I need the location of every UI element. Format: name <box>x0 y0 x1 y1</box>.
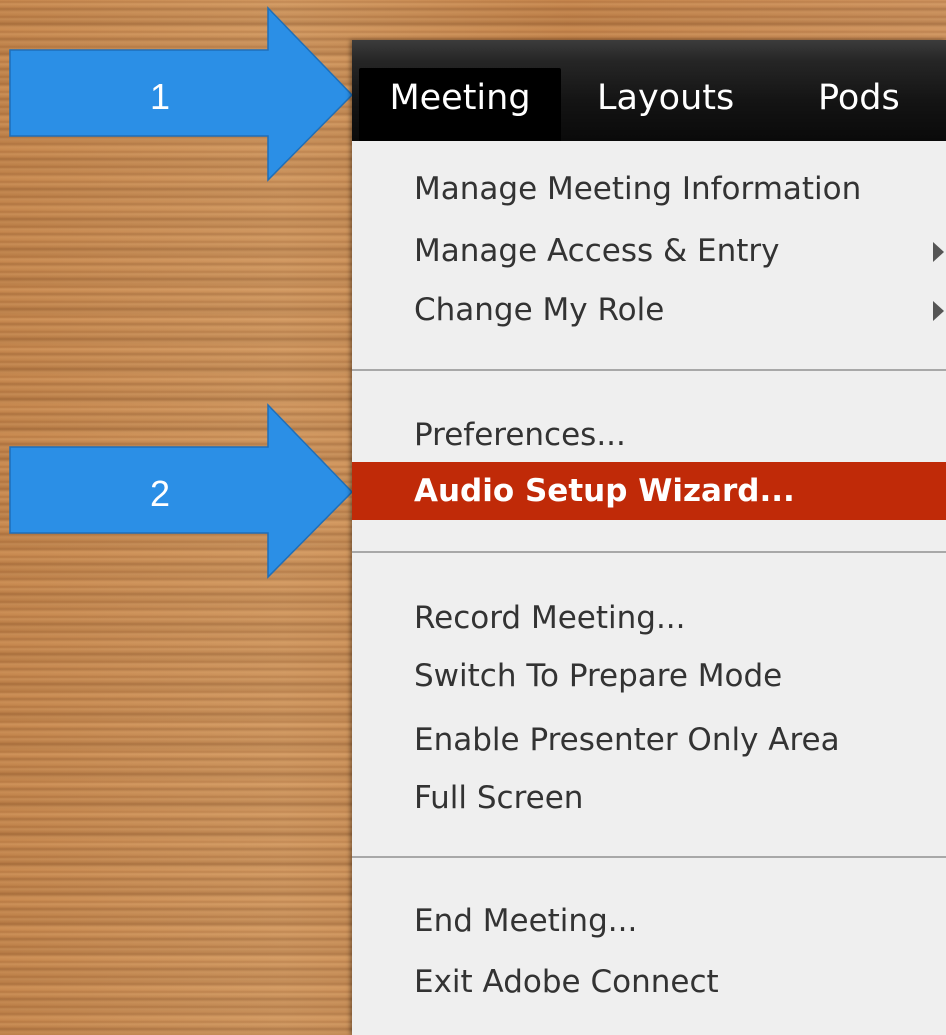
submenu-arrow-icon <box>933 242 944 262</box>
annotation-number-2: 2 <box>149 473 171 514</box>
menu-item-label: Exit Adobe Connect <box>414 964 719 1000</box>
menu-item-label: Record Meeting... <box>414 600 686 636</box>
menu-item-audio-setup-wizard[interactable]: Audio Setup Wizard... <box>352 462 946 520</box>
annotation-arrow-2: 2 <box>0 402 360 582</box>
menu-item-label: End Meeting... <box>414 903 638 939</box>
menu-tab-meeting[interactable]: Meeting <box>359 68 561 141</box>
menu-item-switch-to-prepare-mode[interactable]: Switch To Prepare Mode <box>352 647 946 705</box>
menu-item-manage-meeting-information[interactable]: Manage Meeting Information <box>352 160 946 218</box>
menu-item-label: Manage Access & Entry <box>414 233 780 269</box>
menu-bar: Meeting Layouts Pods <box>352 40 946 141</box>
arrow-right-icon <box>9 6 354 182</box>
menu-item-label: Enable Presenter Only Area <box>414 722 840 758</box>
menu-item-label: Switch To Prepare Mode <box>414 658 783 694</box>
menu-item-label: Preferences... <box>414 417 626 453</box>
menu-separator <box>352 369 946 371</box>
menu-separator <box>352 856 946 858</box>
menu-tab-pods[interactable]: Pods <box>818 68 900 141</box>
annotation-arrow-1: 1 <box>0 5 360 185</box>
menu-item-enable-presenter-only-area[interactable]: Enable Presenter Only Area <box>352 711 946 769</box>
menu-item-end-meeting[interactable]: End Meeting... <box>352 892 946 950</box>
menu-item-label: Manage Meeting Information <box>414 171 862 207</box>
menu-item-label: Audio Setup Wizard... <box>414 473 795 509</box>
meeting-menu-panel: Meeting Layouts Pods Manage Meeting Info… <box>352 40 946 1035</box>
menu-item-full-screen[interactable]: Full Screen <box>352 769 946 827</box>
menu-separator <box>352 551 946 553</box>
annotation-number-1: 1 <box>149 76 171 117</box>
menu-item-change-my-role[interactable]: Change My Role <box>352 281 946 339</box>
menu-item-label: Change My Role <box>414 292 665 328</box>
menu-item-manage-access-entry[interactable]: Manage Access & Entry <box>352 222 946 280</box>
arrow-right-icon <box>9 403 354 579</box>
menu-tab-layouts[interactable]: Layouts <box>597 68 734 141</box>
menu-item-preferences[interactable]: Preferences... <box>352 406 946 464</box>
menu-item-record-meeting[interactable]: Record Meeting... <box>352 589 946 647</box>
menu-item-exit-adobe-connect[interactable]: Exit Adobe Connect <box>352 953 946 1011</box>
menu-item-label: Full Screen <box>414 780 584 816</box>
submenu-arrow-icon <box>933 301 944 321</box>
